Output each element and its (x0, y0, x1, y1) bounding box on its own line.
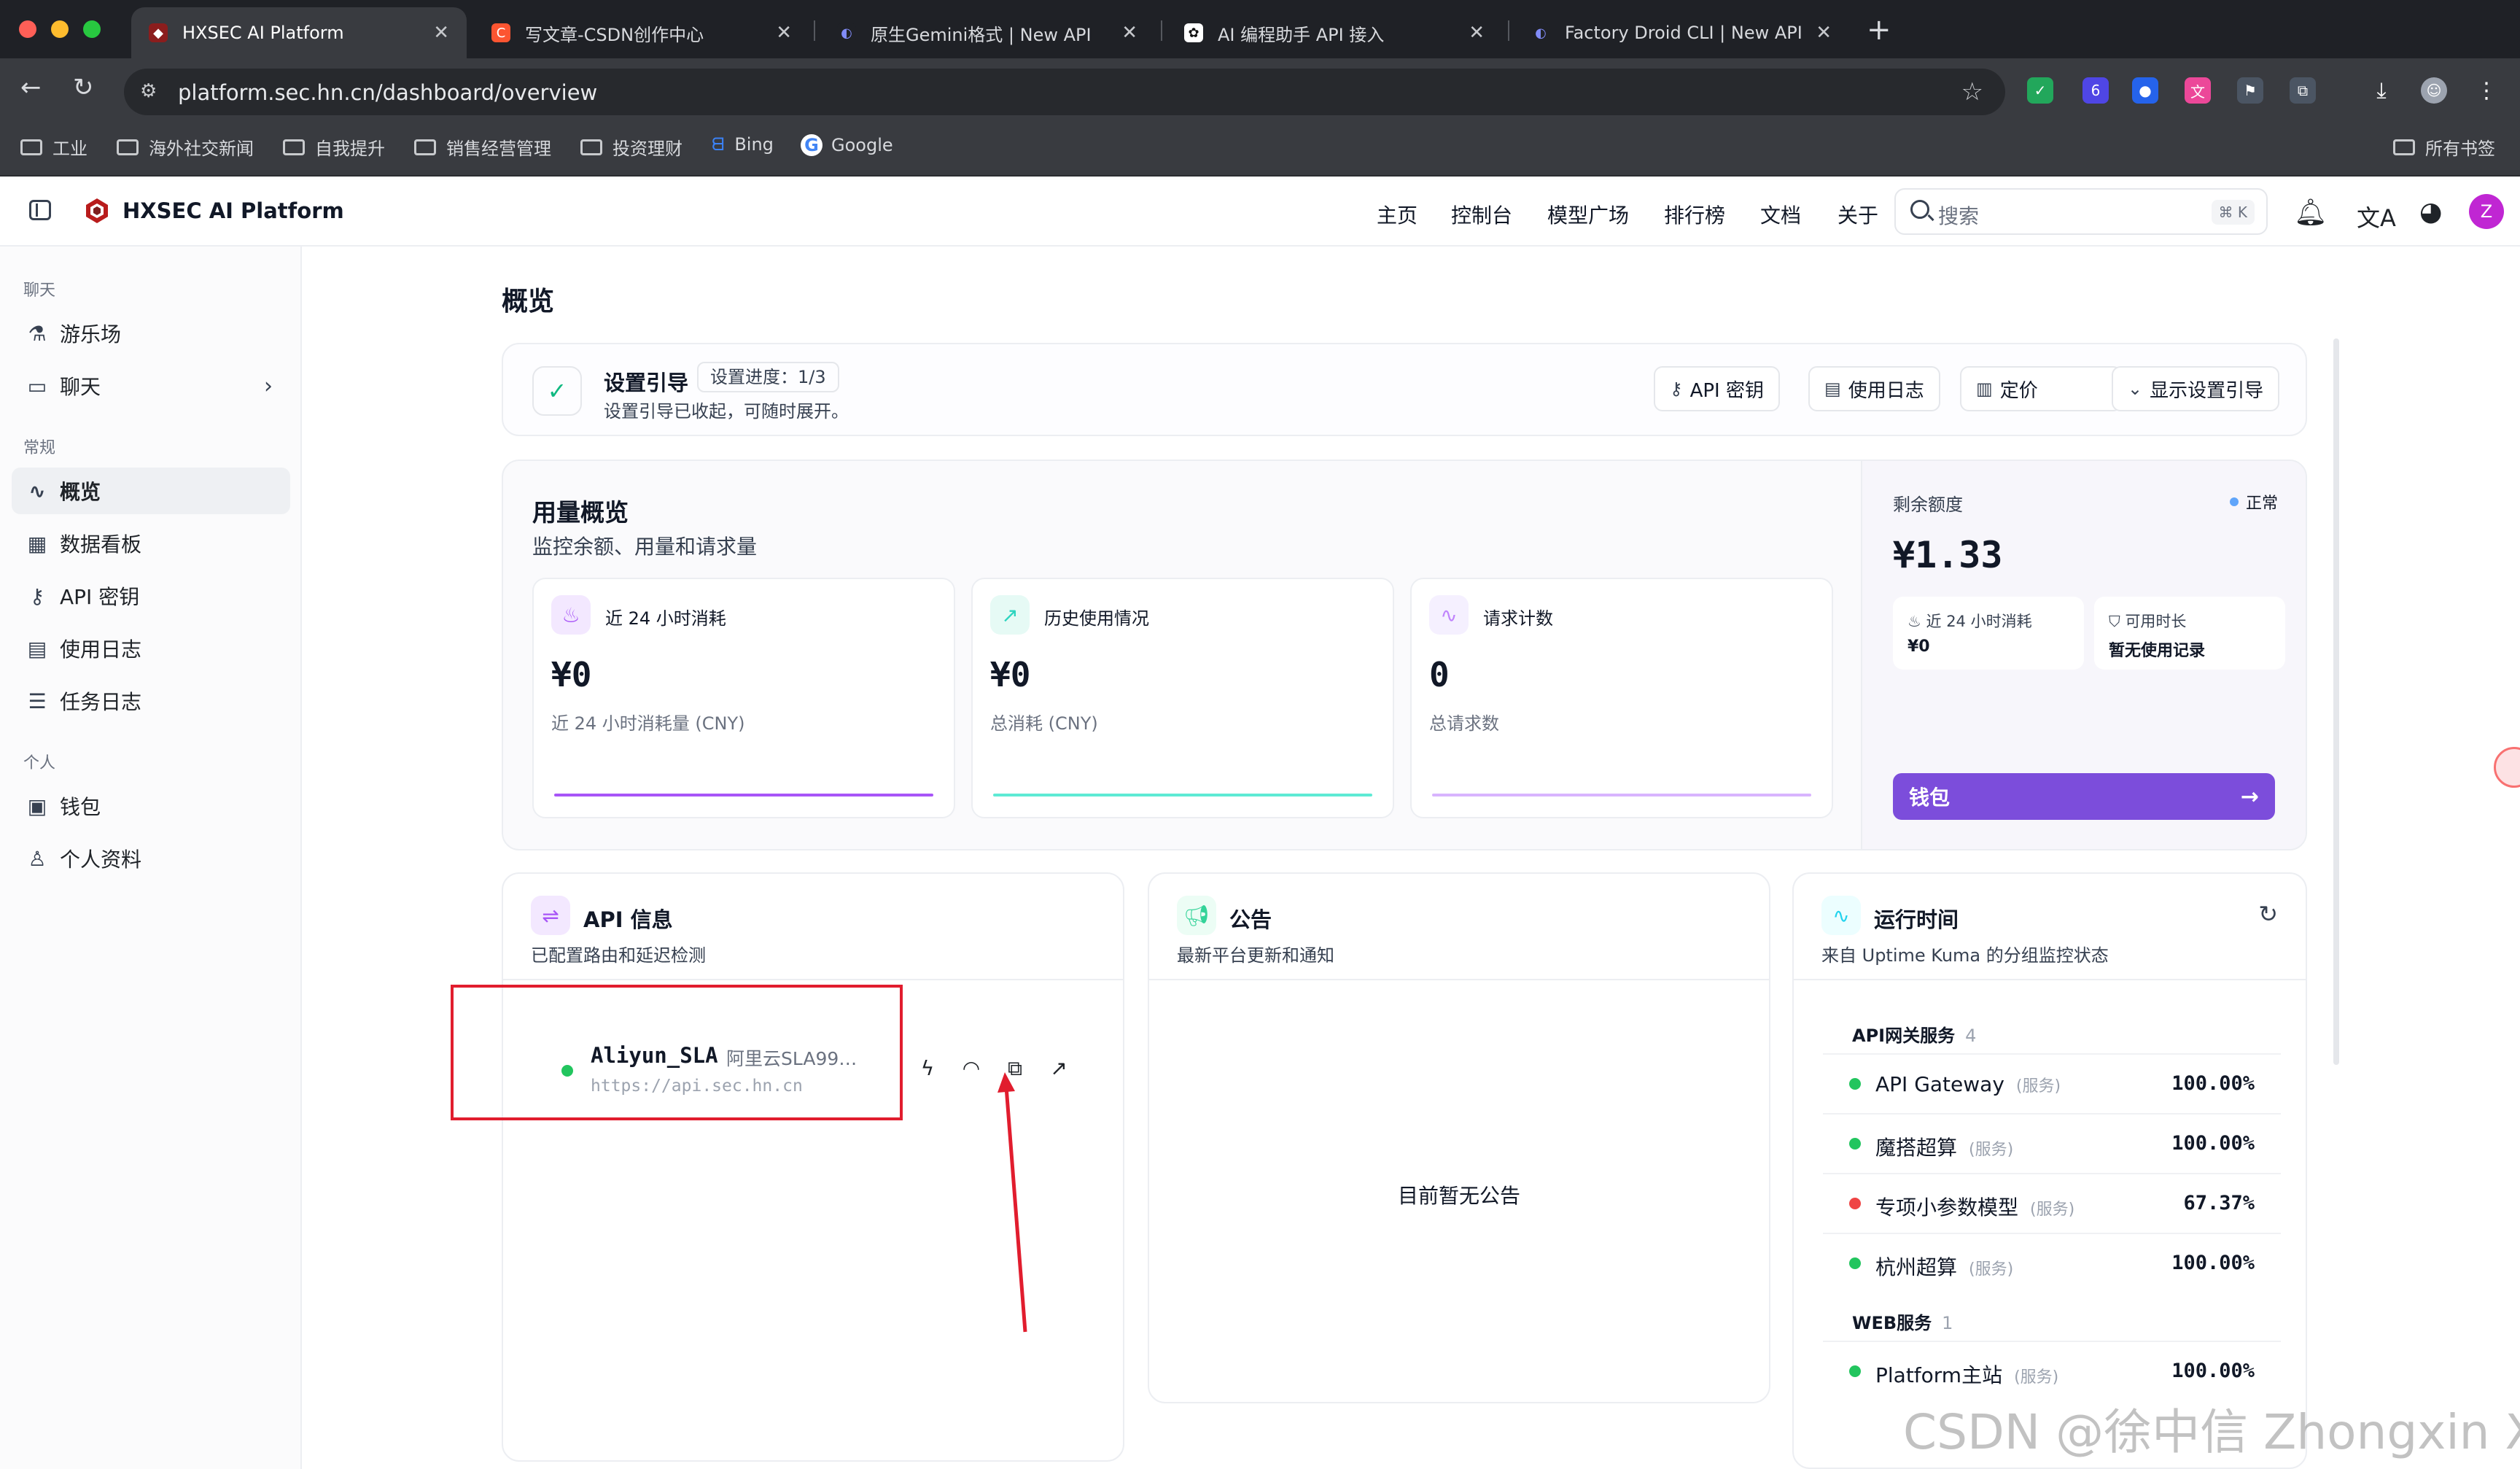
notice-title: 公告 (1229, 907, 1272, 932)
status-dot (1849, 1078, 1861, 1090)
status-dot (1849, 1198, 1861, 1209)
page-scrollbar[interactable] (2333, 338, 2339, 1065)
service-name: API Gateway (服务) (1875, 1072, 2061, 1096)
group-count: 4 (1965, 1026, 1977, 1046)
service-type: (服务) (1969, 1141, 2014, 1159)
uptime-service-row: Platform主站 (服务) 100.00% (1823, 1341, 2281, 1400)
pulse-icon: ∿ (1821, 896, 1861, 935)
service-uptime: 100.00% (2171, 1132, 2255, 1155)
service-label: API Gateway (1875, 1072, 2004, 1096)
uptime-card: ∿ 运行时间 ↻ 来自 Uptime Kuma 的分组监控状态 API网关服务 4… (1792, 872, 2307, 1469)
service-type: (服务) (2014, 1368, 2059, 1387)
service-type: (服务) (2030, 1201, 2075, 1219)
service-type: (服务) (1969, 1260, 2014, 1279)
uptime-group-header: WEB服务 1 (1852, 1309, 1953, 1334)
service-label: 魔搭超算 (1875, 1136, 1958, 1160)
group-name: WEB服务 (1852, 1313, 1932, 1333)
uptime-subtitle: 来自 Uptime Kuma 的分组监控状态 (1821, 945, 2109, 966)
service-name: 杭州超算 (服务) (1875, 1252, 2013, 1281)
service-name: 专项小参数模型 (服务) (1875, 1192, 2074, 1221)
megaphone-icon: 📢︎ (1177, 896, 1216, 935)
notice-empty-text: 目前暂无公告 (1397, 1184, 1520, 1208)
service-name: Platform主站 (服务) (1875, 1360, 2058, 1389)
status-dot (1849, 1257, 1861, 1269)
notice-subtitle: 最新平台更新和通知 (1177, 945, 1334, 966)
notice-card: 📢︎ 公告 最新平台更新和通知 目前暂无公告 (1148, 872, 1770, 1403)
service-name: 魔搭超算 (服务) (1875, 1132, 2013, 1161)
divider (1149, 979, 1769, 980)
group-count: 1 (1942, 1313, 1953, 1333)
csdn-watermark: CSDN @徐中信 Zhongxin Xu (1903, 1404, 2520, 1460)
uptime-title: 运行时间 (1874, 907, 1959, 932)
uptime-service-row: API Gateway (服务) 100.00% (1823, 1053, 2281, 1113)
service-uptime: 100.00% (2171, 1252, 2255, 1274)
service-label: 专项小参数模型 (1875, 1195, 2019, 1220)
status-dot (1849, 1365, 1861, 1377)
service-uptime: 67.37% (2183, 1192, 2255, 1214)
divider (1794, 979, 2306, 980)
group-name: API网关服务 (1852, 1026, 1956, 1046)
uptime-group-header: API网关服务 4 (1852, 1021, 1976, 1047)
service-uptime: 100.00% (2171, 1360, 2255, 1382)
uptime-service-row: 杭州超算 (服务) 100.00% (1823, 1233, 2281, 1292)
uptime-service-row: 专项小参数模型 (服务) 67.37% (1823, 1173, 2281, 1233)
service-uptime: 100.00% (2171, 1072, 2255, 1095)
service-label: Platform主站 (1875, 1363, 2003, 1387)
service-label: 杭州超算 (1875, 1255, 1958, 1279)
service-type: (服务) (2015, 1077, 2061, 1096)
refresh-icon[interactable]: ↻ (2258, 900, 2278, 928)
status-dot (1849, 1138, 1861, 1150)
uptime-service-row: 魔搭超算 (服务) 100.00% (1823, 1113, 2281, 1173)
